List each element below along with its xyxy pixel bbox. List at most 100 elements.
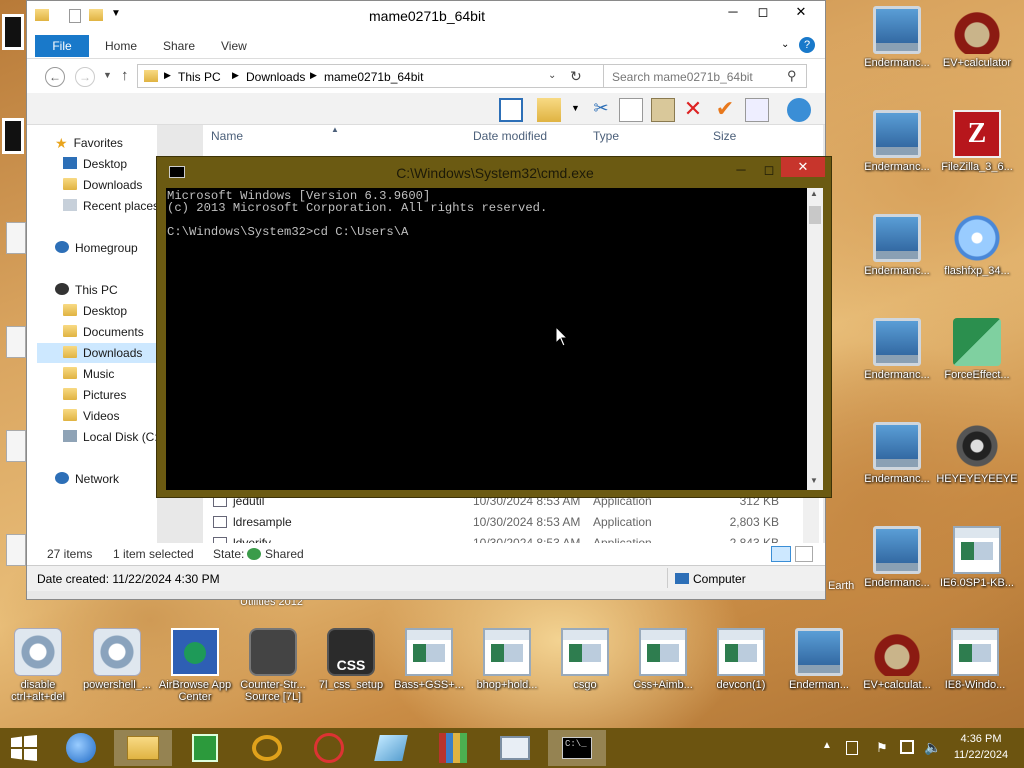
desktop-icon[interactable]: Endermanc...	[856, 314, 938, 404]
nav-music[interactable]: Music	[63, 364, 114, 384]
volume-icon[interactable]: 🔈	[924, 739, 941, 756]
recent-locations-icon[interactable]: ▼	[103, 70, 112, 80]
delete-icon[interactable]: ✕	[681, 98, 705, 122]
desktop-icon[interactable]: ForceEffect...	[936, 314, 1018, 404]
nav-documents[interactable]: Documents	[63, 322, 144, 342]
nav-recent[interactable]: Recent places	[63, 196, 159, 216]
partial-icon[interactable]	[2, 118, 24, 154]
desktop-icon[interactable]: disable ctrl+alt+del	[0, 624, 79, 714]
taskbar-app-button[interactable]	[362, 730, 420, 766]
properties-icon[interactable]	[745, 98, 769, 122]
nav-pc-desktop[interactable]: Desktop	[63, 301, 127, 321]
breadcrumb[interactable]: ▶ This PC ▶ Downloads ▶ mame0271b_64bit …	[137, 64, 621, 88]
partial-icon[interactable]	[6, 534, 26, 566]
network-icon[interactable]	[900, 740, 914, 754]
minimize-button[interactable]: ─	[717, 1, 749, 23]
desktop-icon[interactable]: devcon(1)	[700, 624, 782, 714]
taskbar-app-button[interactable]	[300, 730, 358, 766]
desktop-icon[interactable]: Counter-Str... Source [7L]	[232, 624, 314, 714]
column-size[interactable]: Size	[713, 125, 736, 147]
nav-videos[interactable]: Videos	[63, 406, 119, 426]
desktop-icon[interactable]: Z FileZilla_3_6...	[936, 106, 1018, 196]
rename-icon[interactable]: ✔	[713, 98, 737, 122]
tab-share[interactable]: Share	[163, 35, 195, 57]
desktop-icon[interactable]: Endermanc...	[856, 522, 938, 612]
paste-icon[interactable]	[651, 98, 675, 122]
scroll-up-icon[interactable]: ▲	[810, 189, 818, 198]
desktop-icon[interactable]: Endermanc...	[856, 106, 938, 196]
clock-date[interactable]: 11/22/2024	[946, 749, 1016, 761]
partial-icon[interactable]	[6, 430, 26, 462]
chevron-down-icon[interactable]: ▼	[571, 103, 580, 113]
close-button[interactable]: ✕	[781, 1, 821, 23]
nav-local-disk[interactable]: Local Disk (C:	[63, 427, 158, 447]
table-row[interactable]: ldresample 10/30/2024 8:53 AM Applicatio…	[211, 512, 781, 532]
search-input[interactable]: Search mame0271b_64bit	[603, 64, 807, 88]
desktop-icon[interactable]: Css+Aimb...	[622, 624, 704, 714]
details-view-button[interactable]	[771, 546, 791, 562]
taskbar-cmd-button[interactable]: C:\_	[548, 730, 606, 766]
desktop-icon[interactable]: csgo	[544, 624, 626, 714]
large-icons-view-button[interactable]	[795, 546, 813, 562]
expand-ribbon-icon[interactable]: ⌄	[781, 39, 789, 50]
chevron-down-icon[interactable]: ⌄	[548, 70, 556, 81]
tab-home[interactable]: Home	[105, 35, 137, 57]
desktop-icon[interactable]: AirBrowse App Center	[154, 624, 236, 714]
forward-button[interactable]: →	[75, 67, 95, 87]
nav-downloads[interactable]: Downloads	[63, 175, 142, 195]
nav-pictures[interactable]: Pictures	[63, 385, 126, 405]
desktop-icon[interactable]: Endermanc...	[856, 2, 938, 92]
taskbar-ie-button[interactable]	[52, 730, 110, 766]
action-center-icon[interactable]: ⚑	[876, 740, 888, 756]
breadcrumb-folder[interactable]: mame0271b_64bit	[324, 70, 423, 84]
maximize-button[interactable]: ◻	[747, 1, 779, 23]
desktop-icon[interactable]: Endermanc...	[856, 210, 938, 300]
taskbar-app-button[interactable]	[486, 730, 544, 766]
nav-this-pc[interactable]: This PC	[55, 280, 118, 300]
taskbar-app-button[interactable]	[238, 730, 296, 766]
tab-view[interactable]: View	[221, 35, 247, 57]
vertical-scrollbar[interactable]: ▲ ▼	[807, 188, 823, 490]
nav-homegroup[interactable]: Homegroup	[55, 238, 138, 258]
refresh-icon[interactable]: ↻	[570, 68, 582, 85]
taskbar-app-button[interactable]	[424, 730, 482, 766]
nav-pc-downloads[interactable]: Downloads	[37, 343, 157, 363]
notification-icon[interactable]	[846, 741, 858, 755]
vertical-scrollbar[interactable]	[803, 491, 819, 543]
taskbar-store-button[interactable]	[176, 730, 234, 766]
share-icon[interactable]	[787, 98, 811, 122]
desktop-icon[interactable]: bhop+hold...	[466, 624, 548, 714]
back-button[interactable]: ←	[45, 67, 65, 87]
folder-options-icon[interactable]	[537, 98, 561, 122]
show-hidden-icons[interactable]: ▲	[822, 740, 832, 751]
explorer-titlebar[interactable]: ▼ mame0271b_64bit ─ ◻ ✕	[27, 1, 825, 31]
console-output[interactable]: Microsoft Windows [Version 6.3.9600] (c) …	[166, 188, 807, 490]
close-button[interactable]: ✕	[781, 157, 825, 177]
desktop-icon[interactable]: Bass+GSS+...	[388, 624, 470, 714]
desktop-icon[interactable]: EV+calculator	[936, 2, 1018, 92]
desktop-icon[interactable]: HEYEYEYEEYE	[936, 418, 1018, 508]
desktop-icon[interactable]: IE8-Windo...	[934, 624, 1016, 714]
desktop-icon[interactable]: IE6.0SP1-KB...	[936, 522, 1018, 612]
desktop-icon[interactable]: CSS 7l_css_setup	[310, 624, 392, 714]
cmd-titlebar[interactable]: C:\Windows\System32\cmd.exe ─ ◻ ✕	[157, 157, 833, 187]
up-button[interactable]: ↑	[121, 67, 129, 84]
scroll-thumb[interactable]	[809, 206, 821, 224]
help-icon[interactable]: ?	[799, 37, 815, 53]
desktop-icon[interactable]: Endermanc...	[856, 418, 938, 508]
nav-desktop[interactable]: Desktop	[63, 154, 127, 174]
desktop-icon[interactable]: powershell_...	[76, 624, 158, 714]
breadcrumb-this-pc[interactable]: This PC	[178, 70, 221, 84]
partial-icon[interactable]	[2, 14, 24, 50]
table-row[interactable]: ldverify 10/30/2024 8:53 AM Application …	[211, 533, 781, 543]
column-name[interactable]: Name	[211, 125, 243, 147]
taskbar-explorer-button[interactable]	[114, 730, 172, 766]
partial-icon[interactable]	[6, 326, 26, 358]
desktop-icon[interactable]: flashfxp_34...	[936, 210, 1018, 300]
breadcrumb-downloads[interactable]: Downloads	[246, 70, 305, 84]
preview-pane-icon[interactable]	[499, 98, 523, 122]
partial-icon[interactable]	[6, 222, 26, 254]
cut-icon[interactable]: ✂	[589, 98, 613, 122]
clock-time[interactable]: 4:36 PM	[950, 733, 1012, 745]
nav-network[interactable]: Network	[55, 469, 119, 489]
